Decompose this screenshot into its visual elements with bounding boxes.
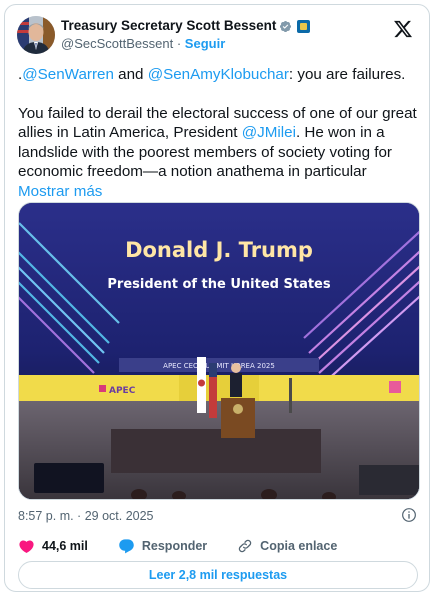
tweet-header: Treasury Secretary Scott Bessent @SecSco… bbox=[17, 15, 417, 59]
read-replies-button[interactable]: Leer 2,8 mil respuestas bbox=[18, 561, 418, 589]
stage-sign: APEC CEO SUMMIT KOREA 2025 bbox=[163, 362, 275, 370]
info-icon[interactable] bbox=[401, 507, 417, 523]
show-more-link[interactable]: Mostrar más bbox=[18, 183, 102, 200]
likes-count: 44,6 mil bbox=[42, 539, 88, 553]
author-name[interactable]: Treasury Secretary Scott Bessent bbox=[61, 17, 276, 35]
author-handle[interactable]: @SecScottBessent bbox=[61, 36, 173, 51]
mention-jmilei[interactable]: @JMilei bbox=[242, 124, 296, 141]
avatar[interactable] bbox=[17, 16, 55, 54]
tweet-paragraph-2: You failed to derail the electoral succe… bbox=[18, 104, 418, 202]
tweet-timestamp[interactable]: 8:57 p. m. · 29 oct. 2025 bbox=[18, 509, 154, 523]
author-names: Treasury Secretary Scott Bessent @SecSco… bbox=[61, 17, 311, 52]
tweet-text-segment: : you are failures. bbox=[288, 66, 406, 83]
tweet-actions: 44,6 mil Responder Copia enlace bbox=[18, 535, 417, 557]
copy-link-label: Copia enlace bbox=[260, 539, 338, 553]
reply-icon bbox=[119, 538, 134, 553]
stage-photo-illustration: Donald J. Trump President of the United … bbox=[19, 203, 419, 499]
tweet-photo[interactable]: Donald J. Trump President of the United … bbox=[18, 202, 420, 500]
verified-badge-icon bbox=[280, 20, 292, 32]
tweet-text: .@SenWarren and @SenAmyKlobuchar: you ar… bbox=[18, 65, 418, 201]
x-logo-icon[interactable] bbox=[393, 19, 413, 39]
link-icon bbox=[238, 539, 252, 553]
handle-separator: · bbox=[176, 36, 182, 51]
mention-senwarren[interactable]: @SenWarren bbox=[22, 66, 114, 83]
mention-senamyklobuchar[interactable]: @SenAmyKlobuchar bbox=[148, 66, 289, 83]
banner-subtitle: President of the United States bbox=[107, 277, 331, 292]
heart-icon bbox=[19, 539, 34, 553]
flag-badge-icon bbox=[297, 19, 311, 33]
follow-button[interactable]: Seguir bbox=[185, 36, 225, 51]
reply-label: Responder bbox=[141, 539, 208, 553]
reply-button[interactable]: Responder bbox=[118, 538, 207, 555]
tweet-text-segment: and bbox=[113, 66, 148, 83]
stage-logo-text: APEC bbox=[109, 386, 136, 396]
banner-title: Donald J. Trump bbox=[125, 238, 313, 262]
tweet-paragraph-1: .@SenWarren and @SenAmyKlobuchar: you ar… bbox=[18, 65, 418, 85]
like-button[interactable]: 44,6 mil bbox=[18, 538, 88, 555]
copy-link-button[interactable]: Copia enlace bbox=[237, 538, 337, 554]
tweet-card: Treasury Secretary Scott Bessent @SecSco… bbox=[4, 4, 430, 592]
